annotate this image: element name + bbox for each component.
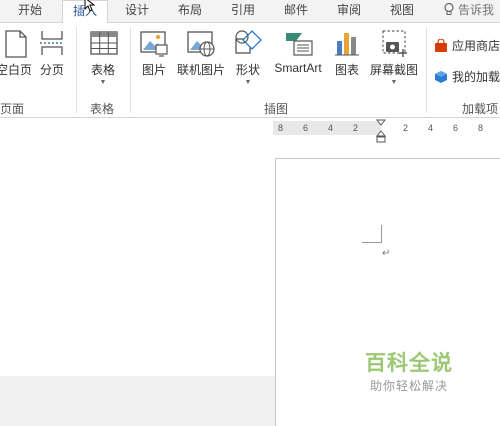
shapes-button[interactable]: 形状 ▼: [230, 27, 266, 91]
tab-design[interactable]: 设计: [125, 0, 149, 22]
shapes-icon: [235, 30, 262, 54]
online-picture-label: 联机图片: [176, 63, 225, 77]
ruler-tick: 4: [428, 123, 434, 133]
ruler-tick: 6: [453, 123, 459, 133]
chevron-down-icon: ▼: [244, 79, 252, 86]
mouse-cursor-icon: [84, 0, 96, 12]
tab-review[interactable]: 审阅: [337, 0, 361, 22]
workspace-background: [0, 376, 276, 426]
table-icon: [90, 31, 118, 55]
ruler-tick: 2: [403, 123, 409, 133]
ruler-tick: 2: [353, 123, 359, 133]
ruler-tick: 4: [328, 123, 334, 133]
ruler-tick: 8: [278, 123, 284, 133]
pages-group-label: 页面: [0, 102, 25, 116]
smartart-icon: [286, 33, 313, 56]
picture-button[interactable]: 图片: [136, 27, 172, 91]
watermark-title: 百科全说: [365, 351, 453, 375]
ribbon-insert: 空白页 分页 页面 表格 ▼ 表格 图片 联机图片 形状 ▼ SmartArt …: [0, 22, 500, 118]
online-picture-icon: [187, 31, 215, 57]
group-divider: [426, 27, 427, 113]
tab-view[interactable]: 视图: [390, 0, 414, 22]
tab-mailings[interactable]: 邮件: [284, 0, 308, 22]
tab-layout[interactable]: 布局: [178, 0, 202, 22]
store-label: 应用商店: [452, 39, 500, 53]
my-addins-button[interactable]: 我的加载: [434, 68, 500, 86]
addins-group-label: 加载项: [462, 102, 499, 116]
indent-marker-icon[interactable]: [376, 119, 386, 143]
table-label: 表格: [90, 63, 115, 77]
group-divider: [76, 27, 77, 113]
picture-label: 图片: [141, 63, 166, 77]
tab-references[interactable]: 引用: [231, 0, 255, 22]
lightbulb-icon: [444, 2, 454, 15]
margin-corner-marker: [362, 225, 382, 243]
page-break-icon: [40, 31, 64, 55]
blank-page-label: 空白页: [0, 63, 32, 77]
screenshot-label: 屏幕截图: [369, 63, 418, 77]
page-break-button[interactable]: 分页: [36, 27, 68, 91]
ruler-tick: 6: [303, 123, 309, 133]
addins-cube-icon: [435, 71, 447, 83]
watermark-subtitle: 助你轻松解决: [369, 379, 448, 393]
tab-home[interactable]: 开始: [18, 0, 42, 22]
picture-icon: [140, 31, 168, 57]
tell-me-search[interactable]: 告诉我: [442, 0, 494, 22]
ribbon-tab-bar: 开始 插入 设计 布局 引用 邮件 审阅 视图 告诉我: [0, 0, 500, 23]
group-divider: [130, 27, 131, 113]
store-button[interactable]: 应用商店: [434, 37, 500, 55]
screenshot-icon: [382, 30, 407, 57]
store-bag-icon: [435, 39, 447, 52]
page-break-label: 分页: [39, 63, 64, 77]
screenshot-button[interactable]: 屏幕截图 ▼: [366, 27, 422, 91]
watermark-logo: 百科全说 助你轻松解决: [350, 344, 468, 402]
chevron-down-icon: ▼: [99, 79, 107, 86]
illustrations-group-label: 插图: [264, 102, 289, 116]
smartart-label: SmartArt: [274, 61, 322, 75]
table-button[interactable]: 表格 ▼: [84, 27, 122, 91]
blank-page-icon: [5, 30, 27, 58]
paragraph-mark: ↵: [382, 248, 391, 259]
smartart-button[interactable]: SmartArt: [268, 27, 328, 91]
shapes-label: 形状: [235, 63, 260, 77]
chart-button[interactable]: 图表: [330, 27, 364, 91]
chart-icon: [335, 33, 359, 56]
blank-page-button[interactable]: 空白页: [0, 27, 34, 91]
chevron-down-icon: ▼: [390, 79, 398, 86]
tell-me-label: 告诉我: [458, 3, 495, 17]
chart-label: 图表: [334, 63, 359, 77]
my-addins-label: 我的加载: [452, 70, 500, 84]
ruler-tick: 8: [478, 123, 484, 133]
online-picture-button[interactable]: 联机图片: [174, 27, 228, 91]
horizontal-ruler[interactable]: 8 6 4 2 2 4 6 8: [273, 121, 500, 135]
tables-group-label: 表格: [90, 102, 115, 116]
